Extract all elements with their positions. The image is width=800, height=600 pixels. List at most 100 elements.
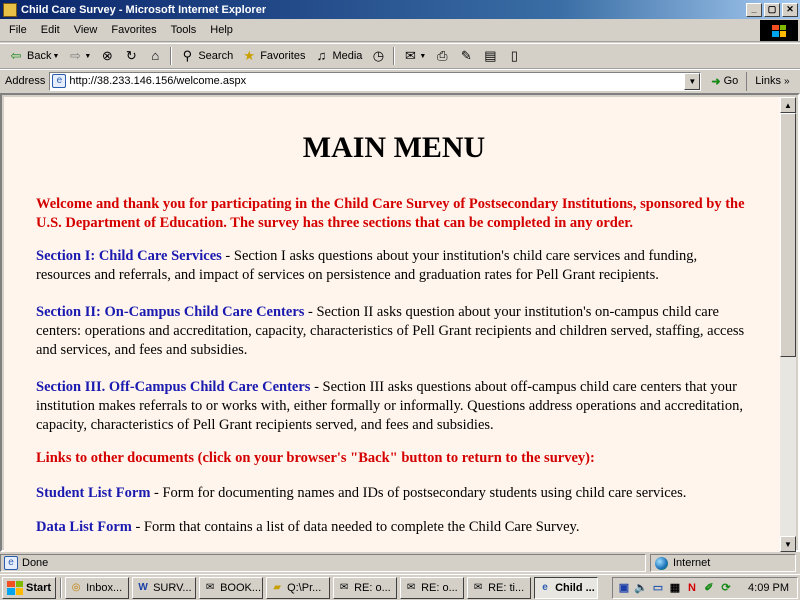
favorites-star-icon: ★ [243,48,256,63]
menu-file[interactable]: File [0,24,34,36]
document-icon: ▤ [484,48,497,63]
student-list-form-link[interactable]: Student List Form [36,485,150,501]
forward-button[interactable]: ⇨ ▼ [63,45,95,67]
scrollbar-thumb[interactable] [780,113,796,357]
welcome-message: Welcome and thank you for participating … [36,196,745,231]
monitor-icon[interactable]: ▦ [668,581,682,595]
taskbar-separator [60,577,63,598]
back-button[interactable]: ⇦ Back ▼ [4,45,63,67]
clock[interactable]: 4:09 PM [748,582,789,594]
task-inbox[interactable]: ◎ Inbox... [65,576,130,599]
close-button[interactable]: ✕ [782,2,798,17]
favorites-button[interactable]: ★ Favorites [237,45,309,67]
display-icon[interactable]: ▭ [651,581,665,595]
section-2-description: Section II: On-Campus Child Care Centers… [36,303,752,360]
task-label: RE: o... [421,581,458,594]
menu-help[interactable]: Help [203,24,240,36]
inbox-icon: ◎ [71,581,81,593]
task-label: BOOK... [220,581,262,594]
volume-icon[interactable]: 🔈 [634,581,648,595]
toolbar-separator [170,47,173,65]
data-list-form-link[interactable]: Data List Form [36,519,132,535]
go-button[interactable]: ➜ Go [705,75,744,88]
history-icon: ◷ [372,48,385,63]
task-label: Inbox... [86,581,123,594]
task-child-care-survey[interactable]: e Child ... [534,576,599,599]
data-list-form-text: - Form that contains a list of data need… [131,519,580,535]
start-button[interactable]: Start [2,576,57,599]
mail-dropdown-icon[interactable]: ▼ [419,53,426,60]
envelope-icon: ✉ [339,581,349,593]
task-label: Q:\Pr... [287,581,322,594]
mail-button[interactable]: ✉ ▼ [398,45,430,67]
address-bar: Address e http://38.233.146.156/welcome.… [0,69,800,92]
pencil-icon[interactable]: ✐ [702,581,716,595]
vertical-scrollbar[interactable]: ▲ ▼ [780,97,796,552]
task-folder[interactable]: ▰ Q:\Pr... [266,576,331,599]
home-icon: ⌂ [151,48,160,63]
media-button[interactable]: ♫ Media [309,45,366,67]
minimize-button[interactable]: _ [746,2,762,17]
scroll-up-icon[interactable]: ▲ [780,97,796,113]
address-url[interactable]: http://38.233.146.156/welcome.aspx [69,75,684,87]
task-label: RE: ti... [488,581,525,594]
address-label: Address [5,75,46,87]
menu-tools[interactable]: Tools [164,24,204,36]
address-input[interactable]: e http://38.233.146.156/welcome.aspx ▼ [49,71,702,91]
section-2-link[interactable]: Section II: On-Campus Child Care Centers [36,304,304,320]
task-book[interactable]: ✉ BOOK... [199,576,264,599]
print-button[interactable]: ⎙ [430,45,454,67]
messenger-button[interactable]: ▯ [502,45,526,67]
ie-app-icon[interactable] [3,2,17,17]
go-arrow-icon: ➜ [711,75,721,88]
links-button[interactable]: Links» [746,71,790,91]
section-3-link[interactable]: Section III. Off-Campus Child Care Cente… [36,379,310,395]
history-button[interactable]: ◷ [366,45,390,67]
stop-button[interactable]: ⊗ [95,45,119,67]
zone-text: Internet [673,557,711,569]
sync-icon[interactable]: ⟳ [719,581,733,595]
menu-favorites[interactable]: Favorites [104,24,163,36]
task-label: RE: o... [354,581,391,594]
back-label: Back [27,50,52,62]
scroll-down-icon[interactable]: ▼ [780,536,796,552]
media-icon: ♫ [316,48,327,63]
restore-button[interactable]: ▢ [764,2,780,17]
antivirus-n-icon[interactable]: N [685,581,699,595]
windows-logo-icon [760,20,798,41]
status-text: Done [22,557,49,569]
chevron-right-icon: » [783,75,790,87]
links-label: Links [755,74,781,87]
envelope-icon: ✉ [205,581,215,593]
standard-toolbar: ⇦ Back ▼ ⇨ ▼ ⊗ ↻ ⌂ ⚲ Search ★ Favorites … [0,43,800,69]
task-survey-document[interactable]: W SURV... [132,576,197,599]
task-email-2[interactable]: ✉ RE: o... [400,576,465,599]
task-email-3[interactable]: ✉ RE: ti... [467,576,532,599]
section-1-link[interactable]: Section I: Child Care Services [36,248,222,264]
search-button[interactable]: ⚲ Search [175,45,237,67]
home-button[interactable]: ⌂ [143,45,167,67]
address-dropdown-icon[interactable]: ▼ [684,72,701,90]
menu-view[interactable]: View [67,24,105,36]
edit-button[interactable]: ✎ [454,45,478,67]
discuss-button[interactable]: ▤ [478,45,502,67]
title-bar: Child Care Survey - Microsoft Internet E… [0,0,800,19]
task-email-1[interactable]: ✉ RE: o... [333,576,398,599]
window-controls: _ ▢ ✕ [746,2,798,17]
windows-flag-icon [7,580,23,595]
refresh-button[interactable]: ↻ [119,45,143,67]
menu-edit[interactable]: Edit [34,24,67,36]
back-dropdown-icon[interactable]: ▼ [52,53,59,60]
data-list-item: Data List Form - Form that contains a li… [36,518,752,537]
task-label: Child ... [555,581,595,594]
start-label: Start [26,581,52,594]
page-title: MAIN MENU [302,131,486,164]
printer-icon: ⎙ [437,48,448,63]
go-label: Go [723,75,739,87]
forward-dropdown-icon[interactable]: ▼ [84,53,91,60]
status-bar: e Done Internet [0,553,800,573]
security-zone: Internet [650,554,796,572]
network-icon[interactable]: ▣ [617,581,631,595]
envelope-icon: ✉ [473,581,483,593]
section-3-description: Section III. Off-Campus Child Care Cente… [36,378,752,435]
